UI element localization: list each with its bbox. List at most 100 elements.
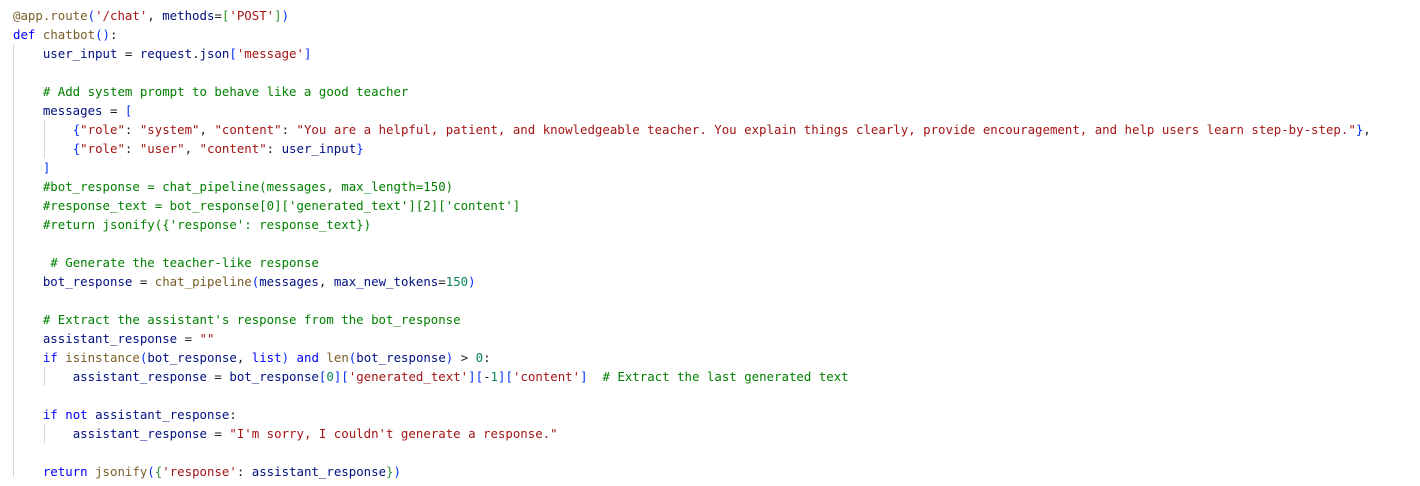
code-number: 1 [490, 369, 498, 384]
code-keyword: def [13, 27, 36, 42]
code-line[interactable]: {"role": "user", "content": user_input} [13, 139, 1420, 158]
code-line[interactable] [13, 63, 1420, 82]
code-keyword: and [296, 350, 319, 365]
code-function: chatbot [42, 27, 96, 42]
code-line[interactable]: #return jsonify({'response': response_te… [13, 215, 1420, 234]
code-string: "content" [214, 122, 282, 137]
code-comment: # Add system prompt to behave like a goo… [42, 84, 409, 99]
code-function: chat_pipeline [154, 274, 252, 289]
code-line[interactable]: #response_text = bot_response[0]['genera… [13, 196, 1420, 215]
code-line[interactable]: bot_response = chat_pipeline(messages, m… [13, 272, 1420, 291]
code-bracket: } [1355, 122, 1364, 137]
code-line[interactable]: messages = [ [13, 101, 1420, 120]
code-bracket: ( [87, 8, 96, 23]
code-function: jsonify [95, 464, 148, 479]
code-bracket: ) [102, 27, 111, 42]
code-line[interactable]: def chatbot(): [13, 25, 1420, 44]
code-identifier: assistant_response [72, 426, 207, 441]
code-keyword: not [65, 407, 88, 422]
code-comment: # Extract the assistant's response from … [42, 312, 461, 327]
code-bracket: [ [505, 369, 513, 384]
code-string: "You are a helpful, patient, and knowled… [296, 122, 1356, 137]
code-keyword: return [42, 464, 88, 479]
code-comment: #return jsonify({'response': response_te… [42, 217, 372, 232]
code-bracket: ] [580, 369, 588, 384]
code-line[interactable]: ] [13, 158, 1420, 177]
code-bracket: ( [147, 464, 155, 479]
code-decorator: @app.route [13, 8, 88, 23]
code-identifier: bot_response [229, 369, 319, 384]
code-lines[interactable]: @app.route('/chat', methods=['POST']) def… [13, 6, 1420, 481]
code-line[interactable]: #bot_response = chat_pipeline(messages, … [13, 177, 1420, 196]
code-identifier: messages [42, 103, 103, 118]
code-bracket: [ [124, 103, 133, 118]
code-line[interactable] [13, 386, 1420, 405]
code-string: 'POST' [229, 8, 275, 23]
code-editor[interactable]: @app.route('/chat', methods=['POST']) def… [0, 0, 1420, 486]
code-bracket: ) [393, 464, 401, 479]
code-number: 0 [326, 369, 334, 384]
code-function: isinstance [65, 350, 140, 365]
code-line[interactable]: user_input = request.json['message'] [13, 44, 1420, 63]
code-identifier: assistant_response [251, 464, 387, 479]
code-string: "role" [80, 122, 125, 137]
code-bracket: } [356, 141, 364, 156]
code-bracket: [ [229, 46, 237, 61]
code-string: "system" [139, 122, 200, 137]
code-bracket: ) [281, 350, 290, 365]
code-number: 150 [445, 274, 469, 289]
code-string: '/chat' [95, 8, 148, 23]
code-line[interactable]: assistant_response = "" [13, 329, 1420, 348]
code-string: "I'm sorry, I couldn't generate a respon… [229, 426, 558, 441]
code-string: 'generated_text' [348, 369, 469, 384]
code-bracket: [ [475, 369, 484, 384]
code-bracket: ] [42, 160, 51, 175]
code-comment: # Extract the last generated text [602, 369, 849, 384]
code-line[interactable]: if not assistant_response: [13, 405, 1420, 424]
code-bracket: ) [281, 8, 290, 23]
code-identifier: bot_response [147, 350, 237, 365]
code-keyword: if [42, 350, 58, 365]
code-line[interactable]: {"role": "system", "content": "You are a… [13, 120, 1420, 139]
code-line[interactable]: # Generate the teacher-like response [13, 253, 1420, 272]
code-line[interactable] [13, 291, 1420, 310]
code-line[interactable] [13, 234, 1420, 253]
code-string: 'response' [162, 464, 237, 479]
code-keyword: if [42, 407, 58, 422]
code-identifier: assistant_response [95, 407, 230, 422]
code-string: "" [199, 331, 215, 346]
code-identifier: methods [162, 8, 215, 23]
code-builtin: list [251, 350, 282, 365]
code-bracket: } [386, 464, 394, 479]
code-comment: #bot_response = chat_pipeline(messages, … [42, 179, 454, 194]
code-line[interactable]: # Add system prompt to behave like a goo… [13, 82, 1420, 101]
code-line[interactable]: # Extract the assistant's response from … [13, 310, 1420, 329]
code-string: "content" [199, 141, 267, 156]
code-bracket: ] [274, 8, 282, 23]
code-line[interactable]: if isinstance(bot_response, list) and le… [13, 348, 1420, 367]
code-identifier: max_new_tokens [333, 274, 439, 289]
code-line[interactable]: @app.route('/chat', methods=['POST']) [13, 6, 1420, 25]
code-line[interactable] [13, 443, 1420, 462]
code-identifier: bot_response [356, 350, 446, 365]
code-line[interactable]: assistant_response = bot_response[0]['ge… [13, 367, 1420, 386]
code-line[interactable]: return jsonify({'response': assistant_re… [13, 462, 1420, 481]
code-bracket: ) [445, 350, 454, 365]
code-number: 0 [475, 350, 484, 365]
code-bracket: ] [303, 46, 312, 61]
code-string: 'content' [512, 369, 581, 384]
code-comment: #response_text = bot_response[0]['genera… [42, 198, 521, 213]
code-identifier: bot_response [42, 274, 133, 289]
code-identifier: json [199, 46, 230, 61]
code-bracket: ] [468, 369, 476, 384]
code-identifier: user_input [281, 141, 357, 156]
code-function: len [326, 350, 349, 365]
code-string: "role" [80, 141, 125, 156]
code-identifier: messages [259, 274, 319, 289]
code-bracket: ( [95, 27, 103, 42]
code-line[interactable]: assistant_response = "I'm sorry, I could… [13, 424, 1420, 443]
code-identifier: assistant_response [72, 369, 207, 384]
code-bracket: ) [468, 274, 476, 289]
code-string: 'message' [236, 46, 304, 61]
code-identifier: assistant_response [42, 331, 178, 346]
